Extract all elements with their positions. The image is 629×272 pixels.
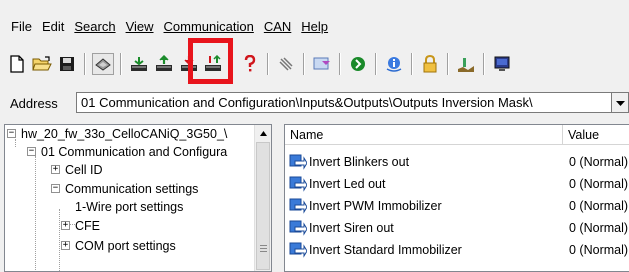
send-icon[interactable] <box>311 53 333 75</box>
tree-scrollbar[interactable] <box>254 125 271 271</box>
collapse-icon[interactable]: − <box>27 147 36 156</box>
list-row[interactable]: Invert Siren out 0 (Normal) <box>285 217 629 239</box>
refresh-icon[interactable] <box>275 53 297 75</box>
toolbar-separator <box>411 53 413 75</box>
scroll-up-button[interactable] <box>255 125 271 142</box>
list-row[interactable]: Invert PWM Immobilizer 0 (Normal) <box>285 195 629 217</box>
row-value: 0 (Normal) <box>569 177 629 191</box>
tree-guide-line <box>15 139 16 147</box>
upload-icon[interactable] <box>153 53 175 75</box>
scroll-thumb[interactable] <box>256 142 270 270</box>
row-value: 0 (Normal) <box>569 155 629 169</box>
row-name: Invert PWM Immobilizer <box>309 199 442 213</box>
expand-icon[interactable]: + <box>61 221 70 230</box>
menu-communication[interactable]: Communication <box>159 17 259 37</box>
row-value: 0 (Normal) <box>569 221 629 235</box>
address-label: Address <box>10 95 58 111</box>
row-name: Invert Blinkers out <box>309 155 410 169</box>
toolbar-separator <box>483 53 485 75</box>
app-window: File Edit Search View Communication CAN … <box>0 0 629 272</box>
toolbar-separator <box>375 53 377 75</box>
tree-node-label: Cell ID <box>65 163 103 177</box>
tree-node-label: COM port settings <box>75 239 176 253</box>
menu-bar: File Edit Search View Communication CAN … <box>6 16 629 38</box>
chevron-up-icon <box>259 131 267 136</box>
info-icon[interactable] <box>383 53 405 75</box>
parameter-icon <box>289 154 308 170</box>
row-name: Invert Standard Immobilizer <box>309 243 462 257</box>
list-view[interactable]: Name Value Invert Blinkers out 0 (Normal… <box>284 124 629 272</box>
toolbar-separator <box>84 53 86 75</box>
terminal-icon[interactable] <box>491 53 513 75</box>
tree-guide-line <box>59 209 60 271</box>
toolbar-separator <box>447 53 449 75</box>
device-icon[interactable] <box>92 53 114 75</box>
toolbar-separator <box>120 53 122 75</box>
address-dropdown-button[interactable] <box>612 92 629 113</box>
menu-edit[interactable]: Edit <box>37 17 69 37</box>
save-disk-icon[interactable] <box>56 53 78 75</box>
list-row[interactable]: Invert Blinkers out 0 (Normal) <box>285 151 629 173</box>
list-row[interactable]: Invert Standard Immobilizer 0 (Normal) <box>285 239 629 261</box>
tree-node-label: 01 Communication and Configura <box>41 145 228 159</box>
lock-icon[interactable] <box>419 53 441 75</box>
row-name: Invert Led out <box>309 177 386 191</box>
row-value: 0 (Normal) <box>569 243 629 257</box>
address-bar: Address 01 Communication and Configurati… <box>0 88 629 118</box>
tree-node-label: Communication settings <box>65 182 199 196</box>
menu-search[interactable]: Search <box>69 17 120 37</box>
expand-icon[interactable]: + <box>51 165 60 174</box>
menu-view[interactable]: View <box>121 17 159 37</box>
new-document-icon[interactable] <box>6 53 28 75</box>
chevron-down-icon <box>615 95 625 110</box>
collapse-icon[interactable]: − <box>51 184 60 193</box>
help-icon[interactable] <box>239 53 261 75</box>
stop-icon[interactable] <box>347 53 369 75</box>
open-folder-icon[interactable] <box>31 53 53 75</box>
parameter-icon <box>289 176 308 192</box>
highlight-box <box>188 38 233 84</box>
grip-icon <box>260 251 267 252</box>
list-row[interactable]: Invert Led out 0 (Normal) <box>285 173 629 195</box>
read-icon[interactable] <box>128 53 150 75</box>
collapse-icon[interactable]: − <box>7 129 16 138</box>
toolbar-separator <box>267 53 269 75</box>
column-header-value[interactable]: Value <box>563 125 629 145</box>
column-header-name[interactable]: Name <box>285 125 563 145</box>
tree-node-label: CFE <box>75 219 100 233</box>
tree-view[interactable]: − hw_20_fw_33o_CelloCANiQ_3G50_\ − 01 Co… <box>4 124 272 272</box>
tree-node-label: hw_20_fw_33o_CelloCANiQ_3G50_\ <box>21 127 228 141</box>
menu-can[interactable]: CAN <box>259 17 296 37</box>
chart-icon[interactable] <box>455 53 477 75</box>
list-header: Name Value <box>285 125 629 145</box>
address-input[interactable]: 01 Communication and Configuration\Input… <box>76 92 612 113</box>
row-value: 0 (Normal) <box>569 199 629 213</box>
row-name: Invert Siren out <box>309 221 394 235</box>
tree-node-label: 1-Wire port settings <box>75 200 184 214</box>
expand-icon[interactable]: + <box>61 241 70 250</box>
toolbar <box>6 48 629 80</box>
parameter-icon <box>289 242 308 258</box>
parameter-icon <box>289 220 308 236</box>
menu-file[interactable]: File <box>6 17 37 37</box>
toolbar-separator <box>339 53 341 75</box>
tree-guide-line <box>35 156 36 271</box>
grip-icon <box>260 248 267 249</box>
toolbar-separator <box>303 53 305 75</box>
grip-icon <box>260 245 267 246</box>
parameter-icon <box>289 198 308 214</box>
menu-help[interactable]: Help <box>296 17 333 37</box>
